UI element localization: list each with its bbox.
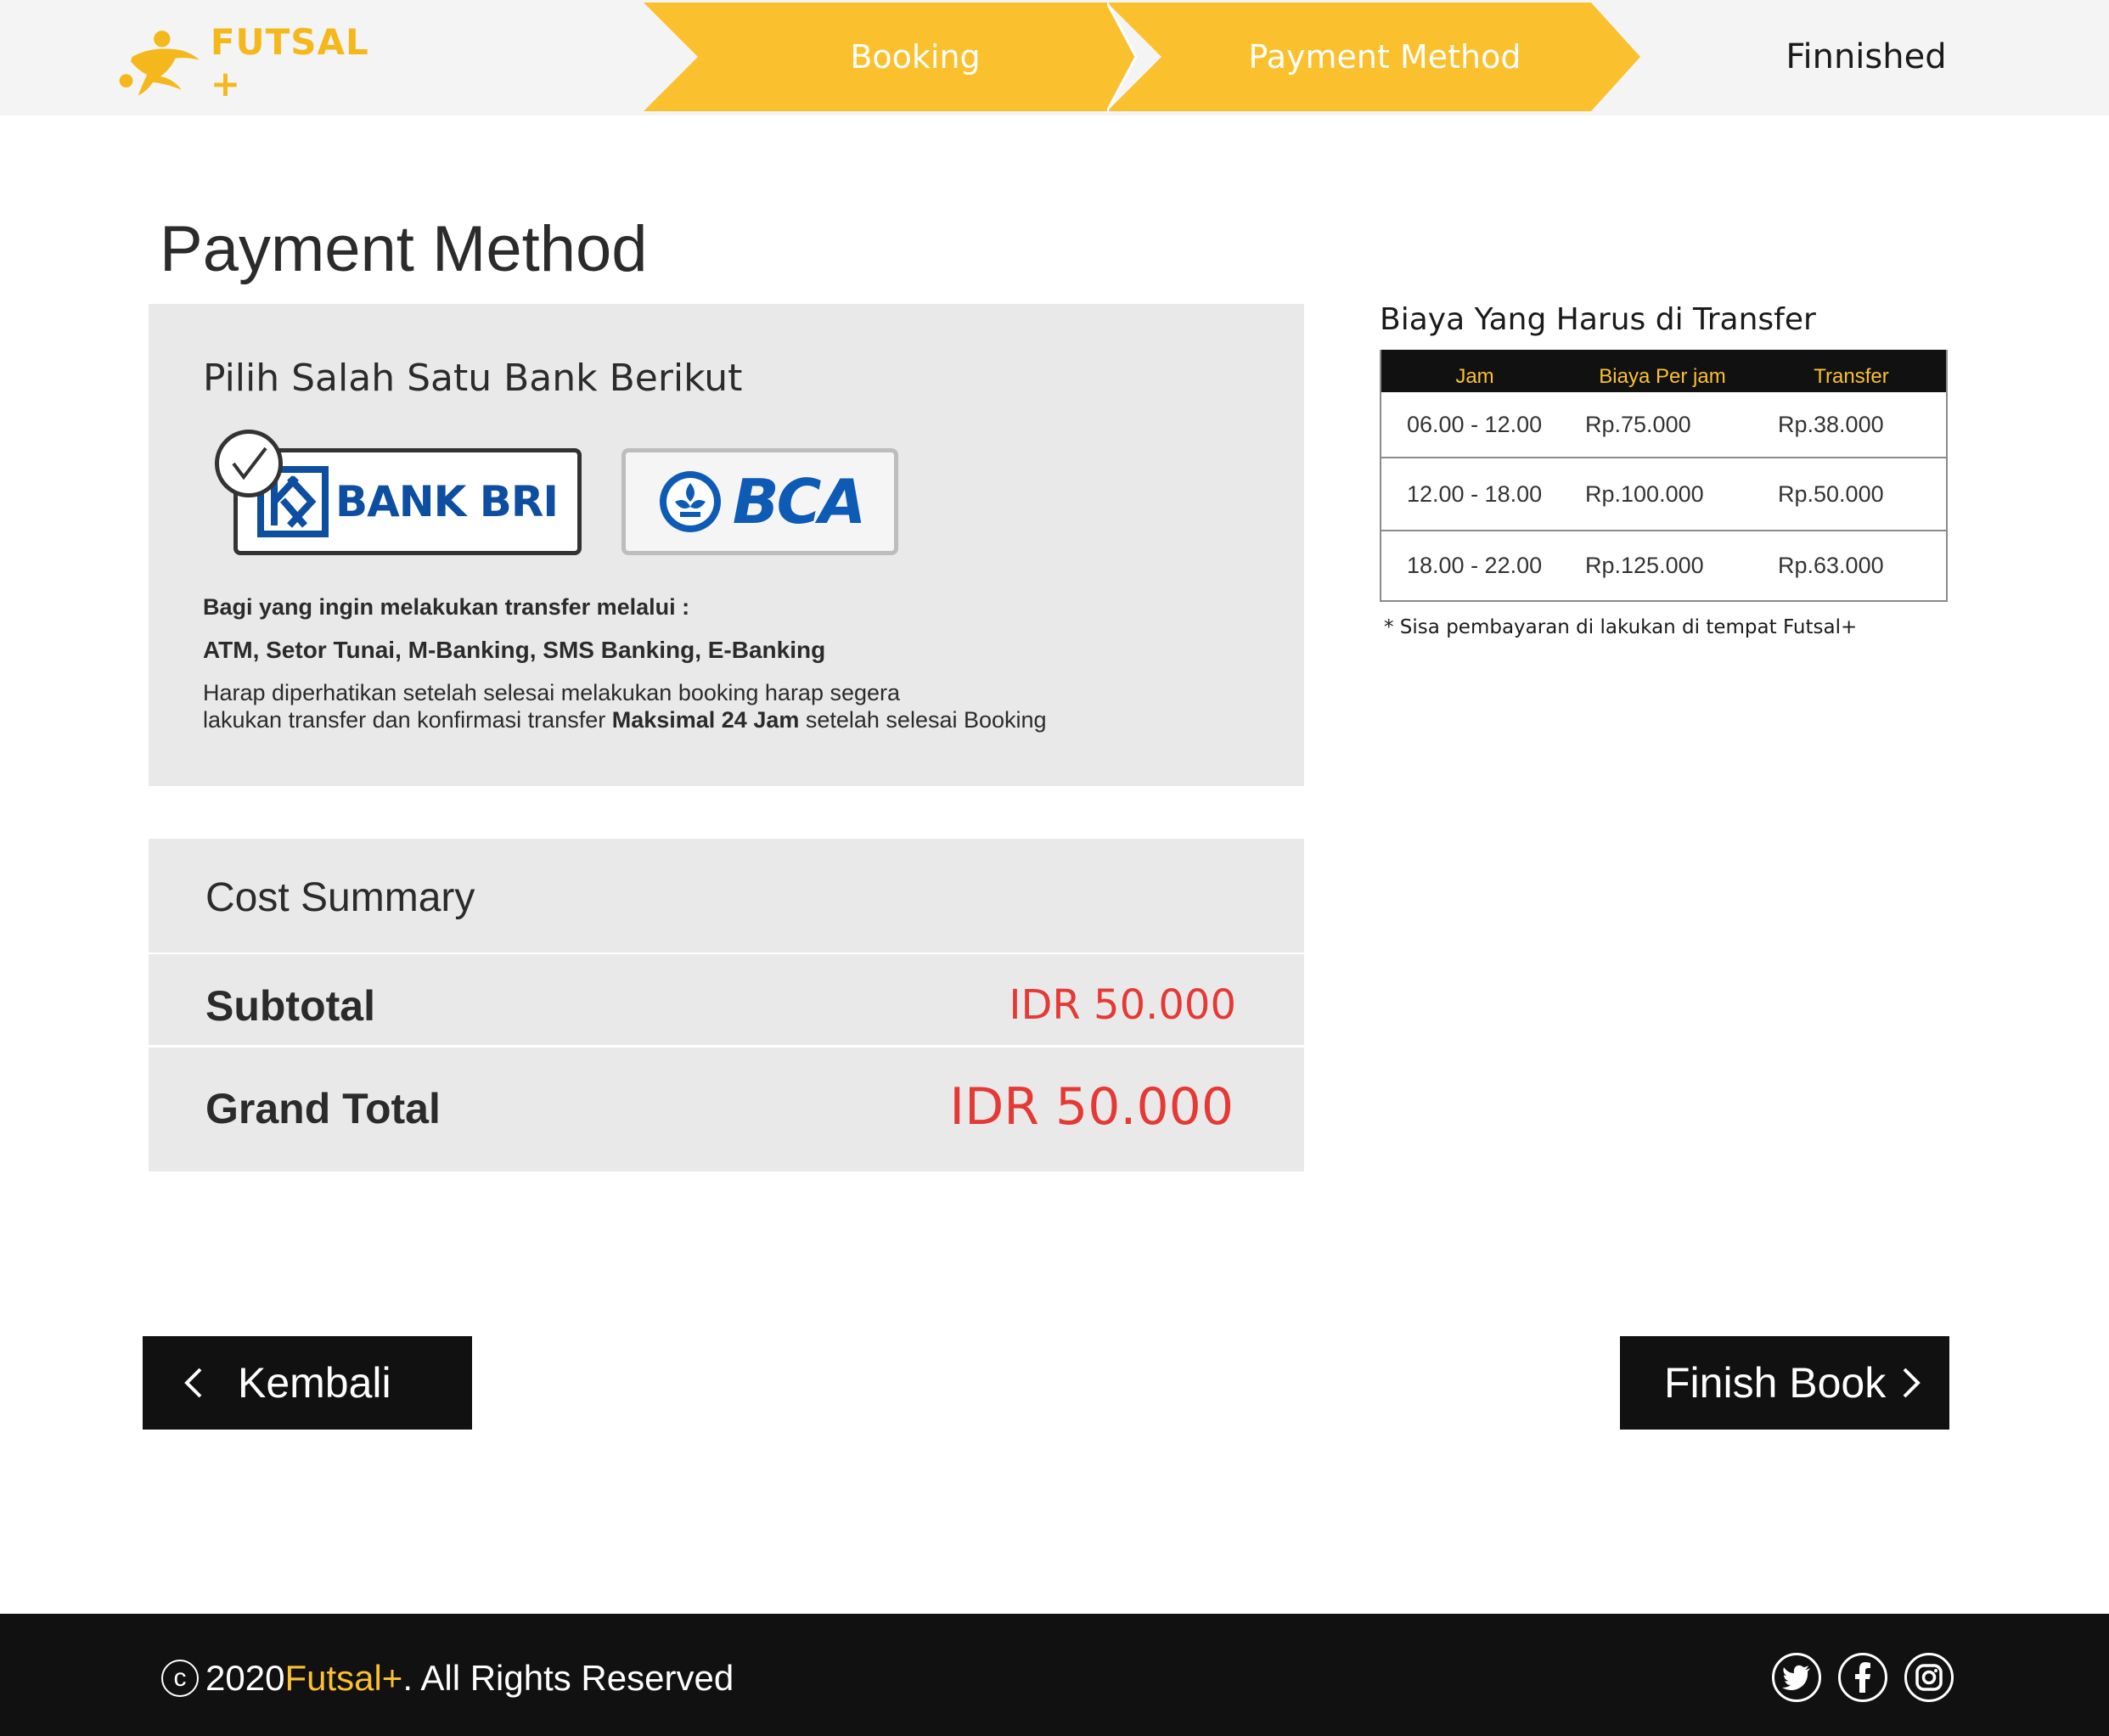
- grand-total-value: IDR 50.000: [949, 1077, 1234, 1137]
- cell-transfer: Rp.50.000: [1778, 480, 1884, 507]
- bank-option-bri[interactable]: BANK BRI: [233, 448, 582, 555]
- payment-page: FUTSAL + Booking Payment Method Finnishe…: [0, 0, 2109, 1736]
- cell-transfer: Rp.38.000: [1778, 411, 1884, 437]
- notice-line-2: lakukan transfer dan konfirmasi transfer…: [203, 706, 1047, 733]
- column-header-transfer: Transfer: [1814, 365, 1889, 388]
- grand-total-row: Grand Total IDR 50.000: [149, 1050, 1304, 1171]
- cell-jam: 18.00 - 22.00: [1407, 553, 1543, 578]
- logo-text: FUTSAL +: [210, 21, 369, 104]
- transfer-note: * Sisa pembayaran di lakukan di tempat F…: [1384, 616, 1858, 638]
- twitter-link[interactable]: [1772, 1653, 1821, 1702]
- cost-summary-title: Cost Summary: [205, 875, 475, 920]
- notice-line-1: Harap diperhatikan setelah selesai melak…: [203, 680, 901, 705]
- chevron-right-icon: [1901, 1366, 1921, 1400]
- selected-check-badge: [215, 430, 283, 497]
- step-finished-label: Finnished: [1786, 37, 1947, 76]
- table-row: 18.00 - 22.00 Rp.125.000 Rp.63.000: [1381, 530, 1946, 600]
- column-header-jam: Jam: [1455, 365, 1494, 388]
- step-finished[interactable]: Finnished: [1645, 3, 2087, 111]
- copyright: c 2020 Futsal+. All Rights Reserved: [161, 1658, 734, 1699]
- subtotal-row: Subtotal IDR 50.000: [149, 956, 1304, 1048]
- instagram-icon: [1915, 1664, 1943, 1691]
- bca-logo-icon: [659, 471, 721, 532]
- table-row: 12.00 - 18.00 Rp.100.000 Rp.50.000: [1381, 457, 1946, 530]
- cell-transfer: Rp.63.000: [1778, 553, 1884, 578]
- facebook-link[interactable]: [1838, 1653, 1887, 1702]
- social-links: [1772, 1653, 1954, 1702]
- step-booking[interactable]: Booking: [644, 3, 1136, 111]
- copyright-icon: c: [161, 1660, 199, 1697]
- cell-jam: 06.00 - 12.00: [1407, 411, 1543, 437]
- logo[interactable]: FUTSAL +: [117, 20, 389, 105]
- cell-jam: 12.00 - 18.00: [1407, 480, 1543, 507]
- futsal-logo-icon: [119, 31, 200, 96]
- cost-summary-header: Cost Summary: [149, 839, 1304, 954]
- table-header: Jam Biaya Per jam Transfer: [1381, 350, 1946, 392]
- table-row: 06.00 - 12.00 Rp.75.000 Rp.38.000: [1381, 392, 1946, 457]
- copyright-brand: Futsal+: [284, 1658, 403, 1698]
- back-button-label: Kembali: [238, 1359, 391, 1407]
- bank-heading: Pilih Salah Satu Bank Berikut: [203, 357, 743, 400]
- notice-deadline: Maksimal 24 Jam: [611, 707, 800, 733]
- bri-label: BANK BRI: [335, 477, 559, 526]
- step-booking-label: Booking: [850, 38, 981, 76]
- instagram-link[interactable]: [1904, 1653, 1954, 1702]
- transfer-info-heading: Bagi yang ingin melakukan transfer melal…: [203, 594, 690, 620]
- step-payment-method[interactable]: Payment Method: [1107, 3, 1640, 111]
- cell-biaya: Rp.125.000: [1585, 553, 1704, 578]
- bank-option-bca[interactable]: BCA: [621, 448, 898, 555]
- chevron-left-icon: [183, 1366, 204, 1400]
- footer: c 2020 Futsal+. All Rights Reserved: [0, 1614, 2109, 1736]
- cell-biaya: Rp.75.000: [1585, 411, 1691, 437]
- subtotal-label: Subtotal: [205, 982, 375, 1030]
- cost-summary-panel: Cost Summary Subtotal IDR 50.000 Grand T…: [149, 839, 1304, 1171]
- checkout-steps: Booking Payment Method Finnished: [644, 3, 2087, 111]
- transfer-title: Biaya Yang Harus di Transfer: [1380, 302, 1816, 337]
- subtotal-value: IDR 50.000: [1009, 981, 1236, 1029]
- column-header-biaya: Biaya Per jam: [1599, 365, 1726, 388]
- transfer-table: Jam Biaya Per jam Transfer 06.00 - 12.00…: [1380, 350, 1948, 602]
- header: FUTSAL + Booking Payment Method Finnishe…: [0, 0, 2109, 115]
- finish-book-button[interactable]: Finish Book: [1620, 1336, 1949, 1430]
- bank-selection-panel: Pilih Salah Satu Bank Berikut BANK BRI B…: [149, 304, 1304, 786]
- transfer-channels: ATM, Setor Tunai, M-Banking, SMS Banking…: [203, 637, 826, 663]
- twitter-icon: [1782, 1665, 1810, 1690]
- back-button[interactable]: Kembali: [143, 1336, 472, 1430]
- copyright-rights: . All Rights Reserved: [402, 1658, 734, 1698]
- step-payment-label: Payment Method: [1248, 38, 1521, 76]
- transfer-notice: Harap diperhatikan setelah selesai melak…: [203, 679, 1047, 733]
- cell-biaya: Rp.100.000: [1585, 480, 1704, 507]
- grand-total-label: Grand Total: [205, 1085, 441, 1132]
- finish-button-label: Finish Book: [1664, 1359, 1887, 1407]
- page-title: Payment Method: [160, 213, 648, 285]
- notice-prefix: lakukan transfer dan konfirmasi transfer: [203, 707, 612, 733]
- facebook-icon: [1855, 1662, 1870, 1693]
- step-divider: [1107, 3, 1138, 111]
- notice-suffix: setelah selesai Booking: [799, 707, 1047, 733]
- bca-label: BCA: [732, 466, 866, 537]
- check-icon: [232, 447, 267, 480]
- copyright-year: 2020: [205, 1658, 285, 1698]
